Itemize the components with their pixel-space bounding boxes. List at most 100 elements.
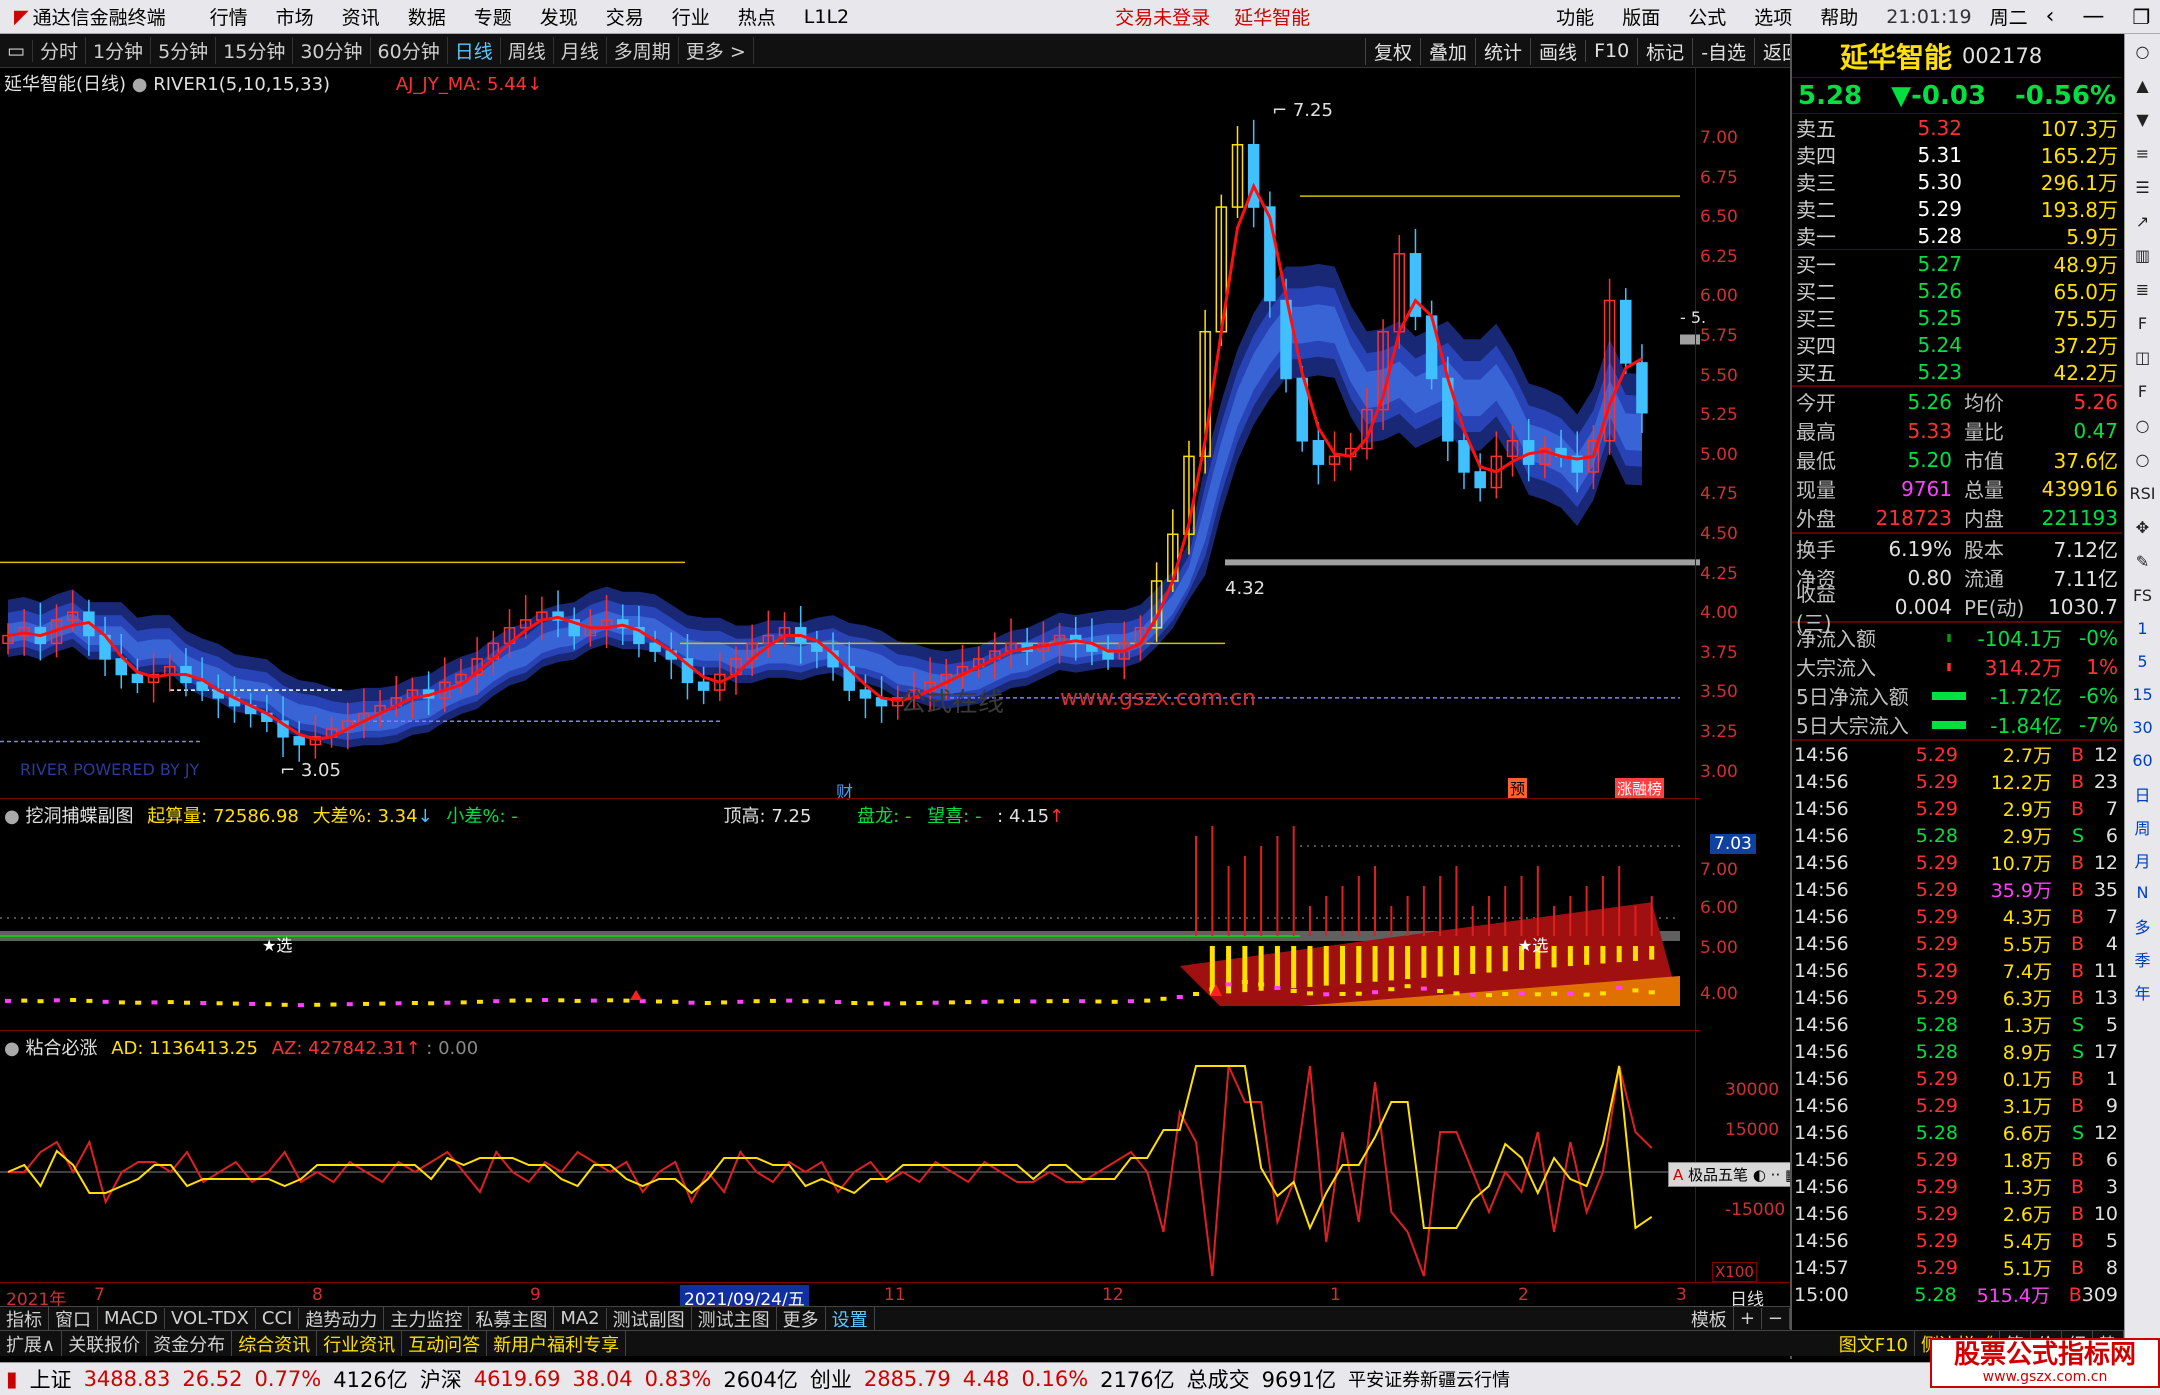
- menu-trade[interactable]: 交易: [592, 3, 658, 30]
- period-more[interactable]: 更多 >: [679, 37, 754, 64]
- indicator-tab[interactable]: MACD: [98, 1308, 165, 1329]
- tool-button[interactable]: 叠加: [1420, 37, 1475, 65]
- menu-layout[interactable]: 版面: [1608, 3, 1674, 30]
- menu-formula[interactable]: 公式: [1674, 3, 1740, 30]
- menu-topics[interactable]: 专题: [460, 3, 526, 30]
- tool-button[interactable]: 复权: [1365, 37, 1420, 65]
- template-button[interactable]: −: [1762, 1308, 1790, 1329]
- event-marker-forecast[interactable]: 预: [1508, 778, 1528, 799]
- side-tool-icon[interactable]: ○: [2125, 442, 2160, 476]
- main-candle-chart[interactable]: [0, 68, 1700, 798]
- period-tab[interactable]: 30分钟: [293, 37, 371, 64]
- settings-icon[interactable]: ▭: [0, 39, 33, 62]
- side-tool-icon[interactable]: 15: [2125, 678, 2160, 711]
- sub1-title[interactable]: 挖洞捕蝶副图: [25, 806, 133, 827]
- info-tab[interactable]: 资金分布: [147, 1331, 233, 1356]
- indicator-tab[interactable]: 窗口: [49, 1307, 98, 1330]
- tool-button[interactable]: 统计: [1475, 37, 1530, 65]
- side-tool-icon[interactable]: ☰: [2125, 170, 2160, 204]
- template-button[interactable]: +: [1734, 1308, 1762, 1329]
- side-tool-icon[interactable]: ▼: [2125, 102, 2160, 136]
- sub2-chart[interactable]: [0, 1056, 1700, 1282]
- tool-button[interactable]: -自选: [1692, 37, 1754, 65]
- side-tool-icon[interactable]: F: [2125, 374, 2160, 408]
- side-tool-icon[interactable]: ↗: [2125, 204, 2160, 238]
- status-icon[interactable]: ▮: [0, 1367, 24, 1391]
- menu-quotes[interactable]: 行情: [196, 3, 262, 30]
- indicator-tab[interactable]: 主力监控: [384, 1307, 470, 1330]
- menu-l1l2[interactable]: L1L2: [790, 6, 863, 28]
- side-tool-icon[interactable]: 年: [2125, 975, 2160, 1008]
- menu-industry[interactable]: 行业: [658, 3, 724, 30]
- indicator-tab[interactable]: 测试副图: [607, 1307, 692, 1330]
- buy-row[interactable]: 买五 5.23 42.2万: [1792, 358, 2122, 386]
- sell-row[interactable]: 卖三 5.30 296.1万: [1792, 168, 2122, 196]
- side-tool-icon[interactable]: ○: [2125, 408, 2160, 442]
- side-tool-icon[interactable]: 周: [2125, 810, 2160, 843]
- side-tool-icon[interactable]: 季: [2125, 942, 2160, 975]
- index-sz-label[interactable]: 沪深: [414, 1364, 468, 1394]
- menu-data[interactable]: 数据: [394, 3, 460, 30]
- period-tab[interactable]: 周线: [501, 37, 554, 64]
- info-tab[interactable]: 扩展∧: [0, 1331, 63, 1356]
- side-tool-icon[interactable]: ▲: [2125, 68, 2160, 102]
- side-tool-icon[interactable]: ≡: [2125, 136, 2160, 170]
- menu-market[interactable]: 市场: [262, 3, 328, 30]
- side-tool-icon[interactable]: FS: [2125, 578, 2160, 612]
- menu-function[interactable]: 功能: [1542, 3, 1608, 30]
- sub1-chart[interactable]: [0, 826, 1700, 1032]
- period-tab[interactable]: 月线: [554, 37, 607, 64]
- menu-news[interactable]: 资讯: [328, 3, 394, 30]
- side-tool-icon[interactable]: N: [2125, 876, 2160, 909]
- side-tool-icon[interactable]: ✥: [2125, 510, 2160, 544]
- side-tool-icon[interactable]: 日: [2125, 777, 2160, 810]
- period-tab[interactable]: 多周期: [607, 37, 679, 64]
- side-tool-icon[interactable]: RSI: [2125, 476, 2160, 510]
- buy-row[interactable]: 买三 5.25 75.5万: [1792, 304, 2122, 332]
- indicator-dot-icon[interactable]: ●: [4, 806, 20, 827]
- side-tool-icon[interactable]: ◫: [2125, 340, 2160, 374]
- side-tool-icon[interactable]: 多: [2125, 909, 2160, 942]
- index-cy-label[interactable]: 创业: [804, 1364, 858, 1394]
- trade-login-status[interactable]: 交易未登录: [1103, 3, 1222, 30]
- menu-hot[interactable]: 热点: [724, 3, 790, 30]
- indicator-tab[interactable]: MA2: [554, 1308, 607, 1329]
- side-tool-icon[interactable]: 60: [2125, 744, 2160, 777]
- period-tab[interactable]: 60分钟: [371, 37, 448, 64]
- side-tool-icon[interactable]: ▥: [2125, 238, 2160, 272]
- buy-row[interactable]: 买二 5.26 65.0万: [1792, 277, 2122, 305]
- info-tab[interactable]: 关联报价: [62, 1331, 148, 1356]
- side-tool-icon[interactable]: ≣: [2125, 272, 2160, 306]
- buy-row[interactable]: 买四 5.24 37.2万: [1792, 331, 2122, 359]
- sell-row[interactable]: 卖五 5.32 107.3万: [1792, 114, 2122, 142]
- indicator-tab[interactable]: 更多: [777, 1307, 826, 1330]
- period-tab[interactable]: 1分钟: [86, 37, 152, 64]
- tool-button[interactable]: 标记: [1637, 37, 1692, 65]
- index-sh-label[interactable]: 上证: [24, 1364, 78, 1394]
- side-tool-icon[interactable]: ✎: [2125, 544, 2160, 578]
- ime-popup[interactable]: A 极品五笔 ◐ ·· ▦: [1668, 1162, 1805, 1187]
- sell-row[interactable]: 卖二 5.29 193.8万: [1792, 195, 2122, 223]
- info-tab[interactable]: 互动问答: [402, 1331, 488, 1356]
- menu-discover[interactable]: 发现: [526, 3, 592, 30]
- restore-icon[interactable]: ❐: [2118, 5, 2160, 29]
- back-icon[interactable]: ‹: [2032, 4, 2069, 29]
- tool-button[interactable]: 画线: [1530, 37, 1585, 65]
- buy-row[interactable]: 买一 5.27 48.9万: [1792, 250, 2122, 278]
- side-tool-icon[interactable]: ○: [2125, 34, 2160, 68]
- template-button[interactable]: 模板: [1685, 1307, 1734, 1330]
- info-tab[interactable]: 综合资讯: [232, 1331, 318, 1356]
- side-tool-icon[interactable]: 30: [2125, 711, 2160, 744]
- side-tool-icon[interactable]: 1: [2125, 612, 2160, 645]
- side-tool-icon[interactable]: 月: [2125, 843, 2160, 876]
- period-tab[interactable]: 分时: [33, 37, 86, 64]
- side-tool-icon[interactable]: 5: [2125, 645, 2160, 678]
- minimize-icon[interactable]: —: [2068, 4, 2118, 29]
- indicator-tab[interactable]: 趋势动力: [299, 1307, 385, 1330]
- indicator-tab[interactable]: 设置: [826, 1307, 875, 1330]
- event-marker-finance[interactable]: 财: [836, 778, 853, 803]
- menu-help[interactable]: 帮助: [1806, 3, 1872, 30]
- period-tab[interactable]: 15分钟: [216, 37, 294, 64]
- indicator-tab[interactable]: VOL-TDX: [165, 1308, 256, 1329]
- indicator-tab[interactable]: 指标: [0, 1307, 49, 1330]
